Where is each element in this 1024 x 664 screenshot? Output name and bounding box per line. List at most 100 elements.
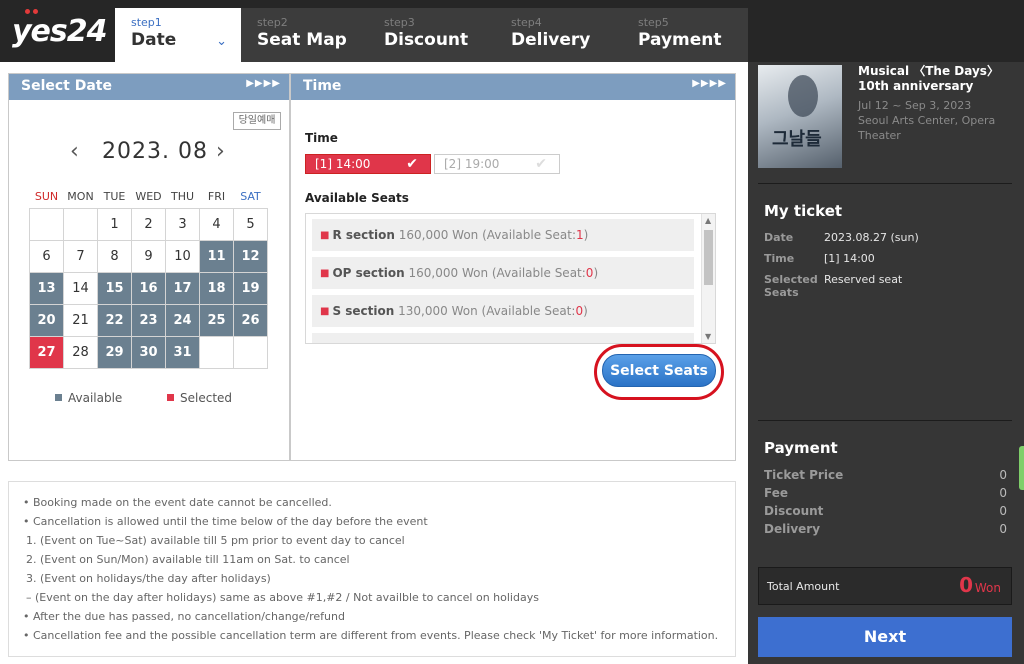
calendar-day-available[interactable]: 20 xyxy=(29,303,64,337)
scrollbar[interactable]: ▲ ▼ xyxy=(701,214,715,343)
calendar-day-available[interactable]: 23 xyxy=(131,303,166,337)
total-unit: Won xyxy=(974,581,1001,595)
payment-row: Fee 0 xyxy=(764,486,1007,500)
seat-section-row[interactable]: ■ OP section 160,000 Won (Available Seat:… xyxy=(312,257,694,289)
calendar-day-available[interactable]: 24 xyxy=(165,303,200,337)
calendar-day: 6 xyxy=(29,239,64,273)
seat-availability-label: (Available Seat: xyxy=(481,304,576,318)
seat-close-paren: ) xyxy=(583,228,589,242)
calendar-day-available[interactable]: 17 xyxy=(165,271,200,305)
payment-key: Ticket Price xyxy=(764,468,844,482)
time-option-2[interactable]: [2] 19:00 ✔ xyxy=(434,154,560,174)
logo-dot xyxy=(25,9,30,14)
panel-title: Select Date xyxy=(21,78,112,94)
time-label: Time xyxy=(305,131,338,145)
seat-section-row[interactable]: ■ R section 160,000 Won (Available Seat:1… xyxy=(312,219,694,251)
month-title: 2023. 08 xyxy=(102,139,208,164)
top-bar: yes24 step1 Date ⌄ step2 Seat Map step3 … xyxy=(0,0,1024,62)
time-option-label: [1] 14:00 xyxy=(315,157,371,171)
next-month-button[interactable]: › xyxy=(216,139,225,164)
calendar-day: 3 xyxy=(165,207,200,241)
show-poster: 그날들 xyxy=(758,65,842,168)
calendar-day-selected[interactable]: 27 xyxy=(29,335,64,369)
step-date-tab[interactable]: step1 Date ⌄ xyxy=(115,8,241,62)
step-payment-tab[interactable]: step5 Payment xyxy=(622,8,748,62)
notice-line: • Cancellation fee and the possible canc… xyxy=(23,629,719,642)
calendar-week: 20 21 22 23 24 25 26 xyxy=(29,303,268,337)
calendar-day: 14 xyxy=(63,271,98,305)
step-number: step5 xyxy=(638,16,669,29)
scrollbar-thumb[interactable] xyxy=(704,230,713,285)
panel-title: Time xyxy=(303,78,342,94)
side-tab-handle[interactable] xyxy=(1019,446,1024,490)
booking-sidebar: 그날들 Musical 〈The Days〉 10th anniversary … xyxy=(748,62,1024,664)
weekday-label: WED xyxy=(135,190,162,204)
show-venue: Seoul Arts Center, Opera Theater xyxy=(858,114,996,142)
step-number: step2 xyxy=(257,16,288,29)
my-ticket-heading: My ticket xyxy=(764,202,843,220)
calendar-day-available[interactable]: 29 xyxy=(97,335,132,369)
calendar-day-available[interactable]: 30 xyxy=(131,335,166,369)
calendar-day: 1 xyxy=(97,207,132,241)
seat-count: 1 xyxy=(576,228,584,242)
logo-dot xyxy=(33,9,38,14)
weekday-label: MON xyxy=(67,190,94,204)
calendar-day: 8 xyxy=(97,239,132,273)
scroll-up-icon[interactable]: ▲ xyxy=(705,216,711,225)
step-label: Discount xyxy=(384,30,469,50)
seat-price: 160,000 Won xyxy=(398,228,479,242)
calendar-day: 4 xyxy=(199,207,234,241)
calendar-week: 1 2 3 4 5 xyxy=(29,207,268,241)
calendar-day-available[interactable]: 26 xyxy=(233,303,268,337)
next-button[interactable]: Next xyxy=(758,617,1012,657)
seat-count: 0 xyxy=(575,304,584,318)
calendar-day-available[interactable]: 31 xyxy=(165,335,200,369)
panel-arrows: ▶▶▶▶ xyxy=(246,78,281,89)
payment-key: Discount xyxy=(764,504,824,518)
calendar-day-available[interactable]: 18 xyxy=(199,271,234,305)
seat-close-paren: ) xyxy=(583,304,588,318)
calendar-day-available[interactable]: 25 xyxy=(199,303,234,337)
yes24-logo[interactable]: yes24 xyxy=(12,9,108,49)
time-option-1[interactable]: [1] 14:00 ✔ xyxy=(305,154,431,174)
prev-month-button[interactable]: ‹ xyxy=(70,139,79,164)
calendar-week: 27 28 29 30 31 xyxy=(29,335,268,369)
panel-header: Select Date ▶▶▶▶ xyxy=(9,74,289,100)
legend-available: Available xyxy=(55,391,122,405)
calendar-day-available[interactable]: 12 xyxy=(233,239,268,273)
ticket-key: Time xyxy=(764,252,795,265)
calendar-day-available[interactable]: 13 xyxy=(29,271,64,305)
show-title: Musical 〈The Days〉 10th anniversary xyxy=(858,64,999,93)
same-day-booking-button[interactable]: 당일예매 xyxy=(233,112,281,130)
calendar-day xyxy=(199,335,234,369)
total-value: 0 xyxy=(959,573,973,597)
calendar-day: 28 xyxy=(63,335,98,369)
weekday-label: TUE xyxy=(103,190,126,204)
notice-line: • Cancellation is allowed until the time… xyxy=(23,515,428,528)
logo-text: yes24 xyxy=(12,14,108,49)
weekday-label: FRI xyxy=(207,190,226,204)
cancellation-notice: • Booking made on the event date cannot … xyxy=(8,481,736,657)
calendar-day-available[interactable]: 15 xyxy=(97,271,132,305)
step-label: Delivery xyxy=(511,30,591,50)
step-delivery-tab[interactable]: step4 Delivery xyxy=(495,8,622,62)
ticket-date-row: Date 2023.08.27 (sun) xyxy=(764,231,1014,244)
seat-section-row[interactable]: ■ S section 130,000 Won (Available Seat:0… xyxy=(312,295,694,327)
available-seats-list[interactable]: ■ R section 160,000 Won (Available Seat:1… xyxy=(305,213,716,344)
select-seats-button[interactable]: Select Seats xyxy=(602,354,716,387)
step-discount-tab[interactable]: step3 Discount xyxy=(368,8,495,62)
weekday-label: THU xyxy=(170,190,195,204)
scroll-down-icon[interactable]: ▼ xyxy=(705,332,711,341)
ticket-value: [1] 14:00 xyxy=(824,252,875,265)
calendar-day-available[interactable]: 16 xyxy=(131,271,166,305)
show-info: Jul 12 ~ Sep 3, 2023 Seoul Arts Center, … xyxy=(858,98,1018,143)
calendar-day-available[interactable]: 11 xyxy=(199,239,234,273)
notice-line: – (Event on the day after holidays) same… xyxy=(26,591,539,604)
bullet-icon: ■ xyxy=(320,268,330,279)
step-seat-map-tab[interactable]: step2 Seat Map xyxy=(241,8,368,62)
total-label: Total Amount xyxy=(767,580,840,593)
calendar-day-available[interactable]: 22 xyxy=(97,303,132,337)
calendar-day: 5 xyxy=(233,207,268,241)
calendar-day-available[interactable]: 19 xyxy=(233,271,268,305)
seat-section-row-partial xyxy=(312,333,694,343)
